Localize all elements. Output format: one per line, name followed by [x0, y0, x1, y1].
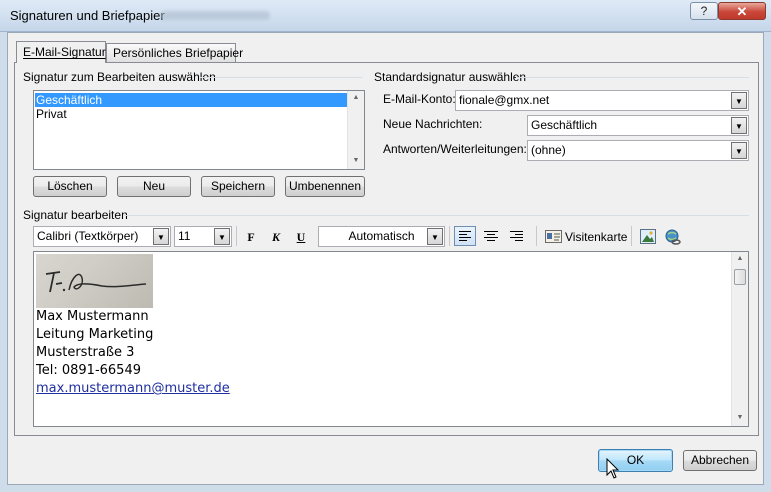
signature-handwriting-image — [36, 254, 153, 308]
toolbar-separator — [536, 226, 537, 246]
account-select[interactable]: fionale@gmx.net ▼ — [455, 90, 749, 111]
tab-email-signature-label: E-Mail-Signatur — [23, 45, 106, 59]
align-left-icon — [459, 231, 471, 241]
insert-picture-button[interactable] — [639, 228, 657, 246]
align-left-button[interactable] — [454, 226, 476, 246]
align-center-icon — [484, 231, 498, 241]
help-button[interactable]: ? — [690, 2, 718, 20]
signature-phone-line: Tel: 0891-66549 — [36, 363, 141, 378]
tab-personal-stationery[interactable]: Persönliches Briefpapier — [106, 43, 243, 62]
signature-email-link[interactable]: max.mustermann@muster.de — [36, 381, 230, 396]
new-messages-select[interactable]: Geschäftlich ▼ — [527, 115, 749, 136]
business-card-icon — [545, 230, 562, 243]
font-size-value: 11 — [178, 229, 191, 243]
edit-signature-group-label: Signatur bearbeiten — [23, 208, 128, 222]
toolbar-separator — [449, 226, 450, 246]
blurred-title-fragment — [160, 11, 270, 20]
scroll-up-icon[interactable]: ▲ — [732, 255, 748, 262]
group-divider — [124, 215, 749, 216]
group-divider — [516, 77, 749, 78]
rename-button[interactable]: Umbenennen — [285, 176, 365, 197]
insert-hyperlink-button[interactable] — [664, 228, 682, 246]
default-signature-group-label: Standardsignatur auswählen — [374, 70, 527, 84]
toolbar-separator — [631, 226, 632, 246]
scroll-down-icon[interactable]: ▼ — [348, 157, 364, 164]
group-divider — [200, 77, 362, 78]
signature-list-scrollbar[interactable]: ▲ ▼ — [347, 91, 364, 169]
signature-title-line: Leitung Marketing — [36, 327, 154, 342]
replies-select-value: (ohne) — [531, 143, 566, 157]
align-right-button[interactable] — [507, 227, 527, 245]
new-messages-select-value: Geschäftlich — [531, 118, 598, 132]
picture-icon — [640, 229, 656, 244]
scroll-thumb[interactable] — [734, 269, 746, 285]
chevron-down-icon[interactable]: ▼ — [153, 228, 169, 245]
align-center-button[interactable] — [481, 227, 501, 245]
save-button[interactable]: Speichern — [201, 176, 275, 197]
replies-select[interactable]: (ohne) ▼ — [527, 140, 749, 161]
cancel-button[interactable]: Abbrechen — [683, 450, 757, 471]
bold-button[interactable]: F — [242, 227, 260, 247]
font-family-select[interactable]: Calibri (Textkörper) ▼ — [33, 226, 171, 247]
chevron-down-icon[interactable]: ▼ — [731, 92, 747, 109]
new-button[interactable]: Neu — [117, 176, 191, 197]
replies-label: Antworten/Weiterleitungen: — [383, 142, 527, 156]
close-button[interactable]: ✕ — [718, 2, 766, 20]
chevron-down-icon[interactable]: ▼ — [427, 228, 443, 245]
signature-editor[interactable]: Max Mustermann Leitung Marketing Musters… — [33, 251, 749, 427]
signature-list[interactable]: Geschäftlich Privat ▲ ▼ — [33, 90, 365, 170]
font-color-value: Automatisch — [348, 229, 415, 243]
font-size-select[interactable]: 11 ▼ — [174, 226, 232, 247]
new-messages-label: Neue Nachrichten: — [383, 117, 483, 131]
mouse-cursor-icon — [606, 458, 620, 479]
chevron-down-icon[interactable]: ▼ — [731, 142, 747, 159]
window-title: Signaturen und Briefpapier — [10, 8, 165, 23]
chevron-down-icon[interactable]: ▼ — [214, 228, 230, 245]
signature-list-item-geschaeftlich[interactable]: Geschäftlich — [35, 93, 347, 107]
account-label: E-Mail-Konto: — [383, 92, 456, 106]
font-color-select[interactable]: Automatisch ▼ — [318, 226, 445, 247]
account-select-value: fionale@gmx.net — [459, 93, 550, 107]
scroll-down-icon[interactable]: ▼ — [732, 414, 748, 421]
underline-button[interactable]: U — [292, 227, 310, 247]
tab-personal-stationery-label: Persönliches Briefpapier — [113, 46, 244, 60]
editor-scrollbar[interactable]: ▲ ▼ — [731, 252, 748, 426]
signature-name-line: Max Mustermann — [36, 309, 149, 324]
delete-button[interactable]: Löschen — [33, 176, 107, 197]
italic-button[interactable]: K — [267, 227, 285, 247]
toolbar-separator — [236, 226, 237, 246]
font-family-value: Calibri (Textkörper) — [37, 229, 139, 243]
tab-email-signature[interactable]: E-Mail-Signatur — [16, 41, 106, 63]
signature-list-item-privat[interactable]: Privat — [35, 107, 347, 121]
business-card-button[interactable]: Visitenkarte — [545, 227, 628, 247]
select-signature-group-label: Signatur zum Bearbeiten auswählen — [23, 70, 216, 84]
align-right-icon — [510, 231, 523, 241]
chevron-down-icon[interactable]: ▼ — [731, 117, 747, 134]
business-card-label: Visitenkarte — [565, 230, 628, 244]
hyperlink-icon — [665, 229, 681, 245]
scroll-up-icon[interactable]: ▲ — [348, 94, 364, 101]
signature-street-line: Musterstraße 3 — [36, 345, 135, 360]
